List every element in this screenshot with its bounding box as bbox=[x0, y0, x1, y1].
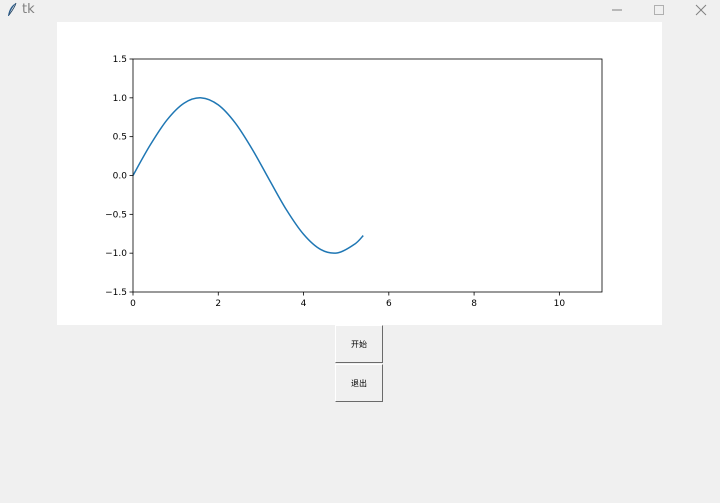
y-tick-label: −0.5 bbox=[105, 210, 127, 220]
x-axis-ticks: 0 2 4 6 8 10 bbox=[130, 292, 565, 309]
minimize-button[interactable] bbox=[597, 0, 637, 20]
close-icon bbox=[695, 4, 707, 16]
maximize-button[interactable] bbox=[639, 0, 679, 20]
window-title: tk bbox=[22, 2, 35, 17]
x-tick-label: 10 bbox=[554, 299, 566, 309]
line-chart: 1.5 1.0 0.5 0.0 −0.5 −1.0 −1.5 0 2 4 6 8 10 bbox=[105, 55, 603, 309]
y-tick-label: 1.0 bbox=[113, 94, 128, 104]
maximize-icon bbox=[654, 5, 664, 15]
y-tick-label: 1.5 bbox=[113, 55, 127, 65]
x-tick-label: 6 bbox=[386, 299, 392, 309]
tk-window: tk 1.5 1.0 0.5 0.0 −0.5 −1.0 −1.5 0 2 4 6 8 10 开始 退 bbox=[0, 0, 720, 503]
y-tick-label: −1.5 bbox=[105, 288, 127, 298]
x-tick-label: 0 bbox=[130, 299, 136, 309]
axes-frame bbox=[132, 58, 603, 293]
y-tick-label: −1.0 bbox=[105, 249, 127, 259]
minimize-icon bbox=[612, 9, 622, 11]
start-button[interactable]: 开始 bbox=[335, 325, 383, 363]
title-bar[interactable]: tk bbox=[0, 0, 720, 20]
x-tick-label: 4 bbox=[301, 299, 307, 309]
quit-button[interactable]: 退出 bbox=[335, 364, 383, 402]
y-tick-label: 0.0 bbox=[113, 172, 128, 182]
feather-icon bbox=[8, 2, 17, 16]
y-axis-ticks: 1.5 1.0 0.5 0.0 −0.5 −1.0 −1.5 bbox=[105, 55, 133, 298]
x-tick-label: 2 bbox=[215, 299, 221, 309]
sine-series-line bbox=[132, 97, 364, 254]
x-tick-label: 8 bbox=[471, 299, 477, 309]
plot-canvas: 1.5 1.0 0.5 0.0 −0.5 −1.0 −1.5 0 2 4 6 8 10 bbox=[57, 22, 662, 325]
y-tick-label: 0.5 bbox=[113, 133, 127, 143]
series-layer bbox=[132, 97, 364, 254]
close-button[interactable] bbox=[681, 0, 720, 20]
